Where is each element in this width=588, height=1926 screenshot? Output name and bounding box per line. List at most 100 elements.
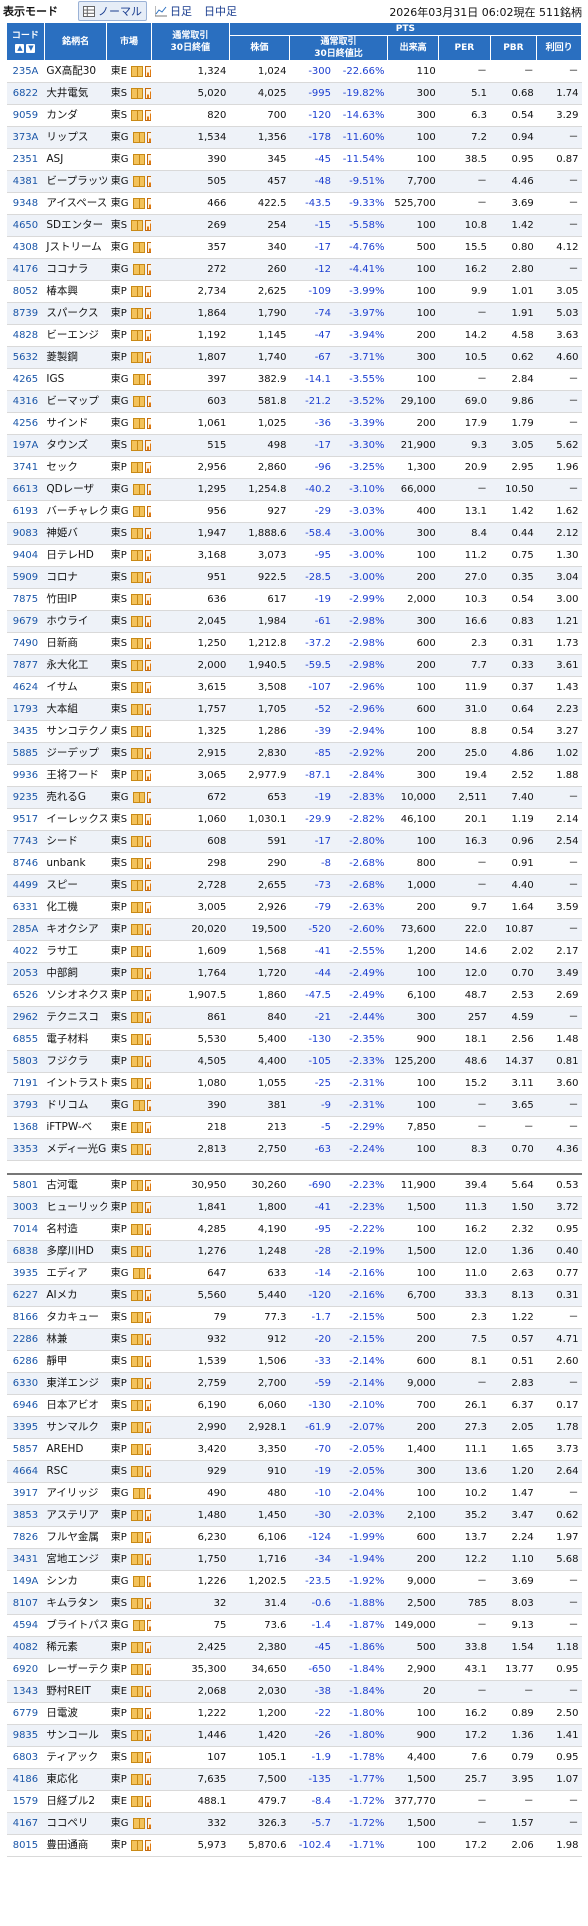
stock-code[interactable]: 3853: [6, 1504, 45, 1527]
chart-icon[interactable]: [144, 1553, 152, 1565]
board-book-icon[interactable]: [132, 417, 145, 429]
table-row[interactable]: 9083 神姫バ 東S 1,947 1,888.6 -58.4 -3.00% 300 8.4 0…: [6, 522, 582, 545]
table-row[interactable]: 6855 電子材料 東S 5,530 5,400 -130 -2.35% 900 18.1 2.…: [6, 1028, 582, 1051]
stock-name[interactable]: 名村造: [44, 1218, 107, 1241]
board-book-icon[interactable]: [131, 659, 144, 671]
chart-icon[interactable]: [146, 1575, 152, 1587]
board-book-icon[interactable]: [131, 1685, 144, 1697]
table-row[interactable]: 4176 ココナラ 東G 272 260 -12 -4.41% 100 16.2 2.80 －: [6, 258, 582, 281]
board-book-icon[interactable]: [130, 1421, 143, 1433]
stock-name[interactable]: タウンズ: [44, 434, 107, 457]
board-book-icon[interactable]: [132, 1575, 145, 1587]
stock-code[interactable]: 6920: [6, 1658, 45, 1681]
stock-code[interactable]: 4082: [6, 1636, 45, 1659]
table-row[interactable]: 4316 ビーマップ 東G 603 581.8 -21.2 -3.52% 29,100 69.…: [6, 390, 582, 413]
stock-code[interactable]: 3741: [6, 456, 45, 479]
stock-code[interactable]: 3395: [6, 1416, 45, 1439]
chart-icon[interactable]: [144, 1443, 152, 1455]
board-book-icon[interactable]: [131, 813, 144, 825]
stock-code[interactable]: 197A: [6, 434, 45, 457]
board-book-icon[interactable]: [132, 241, 145, 253]
stock-code[interactable]: 7877: [6, 654, 45, 677]
table-row[interactable]: 4265 IGS 東G 397 382.9 -14.1 -3.55% 100 － 2.84 －: [6, 368, 582, 391]
stock-code[interactable]: 7490: [6, 632, 45, 655]
board-book-icon[interactable]: [132, 483, 145, 495]
chart-icon[interactable]: [145, 659, 152, 671]
table-row[interactable]: 6779 日電波 東P 1,222 1,200 -22 -1.80% 100 16.2 0.89…: [6, 1702, 582, 1725]
stock-code[interactable]: 4828: [6, 324, 45, 347]
col-per[interactable]: PER: [438, 35, 491, 61]
stock-code[interactable]: 4167: [6, 1812, 45, 1835]
table-row[interactable]: 2962 テクニスコ 東S 861 840 -21 -2.44% 300 257 4.59 －: [6, 1006, 582, 1029]
board-book-icon[interactable]: [131, 439, 144, 451]
chart-icon[interactable]: [145, 725, 152, 737]
table-row[interactable]: 6946 日本アビオ 東S 6,190 6,060 -130 -2.10% 700 26.1 6…: [6, 1394, 582, 1417]
stock-name[interactable]: カンダ: [44, 104, 107, 127]
chart-icon[interactable]: [144, 285, 152, 297]
table-row[interactable]: 6331 化工機 東P 3,005 2,926 -79 -2.63% 200 9.7 1.64 3…: [6, 896, 582, 919]
board-book-icon[interactable]: [132, 131, 145, 143]
table-row[interactable]: 4594 ブライトパス 東G 75 73.6 -1.4 -1.87% 149,000 － 9.1…: [6, 1614, 582, 1637]
stock-code[interactable]: 6613: [6, 478, 45, 501]
table-row[interactable]: 7014 名村造 東P 4,285 4,190 -95 -2.22% 100 16.2 2.32…: [6, 1218, 582, 1241]
stock-code[interactable]: 3793: [6, 1094, 45, 1117]
chart-icon[interactable]: [145, 1289, 152, 1301]
sort-buttons[interactable]: ▲ ▼: [15, 43, 36, 53]
table-row[interactable]: 7875 竹田IP 東S 636 617 -19 -2.99% 2,000 10.3 0.54 3…: [6, 588, 582, 611]
stock-name[interactable]: サインド: [44, 412, 107, 435]
stock-code[interactable]: 4022: [6, 940, 45, 963]
stock-code[interactable]: 4624: [6, 676, 45, 699]
table-row[interactable]: 7743 シード 東S 608 591 -17 -2.80% 100 16.3 0.96 2.54: [6, 830, 582, 853]
chart-icon[interactable]: [145, 637, 152, 649]
chart-icon[interactable]: [146, 373, 152, 385]
stock-name[interactable]: ソシオネクス: [44, 984, 107, 1007]
stock-code[interactable]: 5803: [6, 1050, 45, 1073]
chart-icon[interactable]: [145, 835, 152, 847]
stock-code[interactable]: 9404: [6, 544, 45, 567]
stock-name[interactable]: AREHD: [44, 1438, 107, 1461]
stock-code[interactable]: 6193: [6, 500, 45, 523]
board-book-icon[interactable]: [131, 1289, 144, 1301]
stock-name[interactable]: 売れるG: [44, 786, 107, 809]
col-code[interactable]: コード ▲ ▼: [6, 22, 45, 61]
stock-name[interactable]: スピー: [44, 874, 107, 897]
table-row[interactable]: 2286 林兼 東S 932 912 -20 -2.15% 200 7.5 0.57 4.71: [6, 1328, 582, 1351]
chart-icon[interactable]: [144, 989, 152, 1001]
chart-icon[interactable]: [145, 87, 152, 99]
chart-icon[interactable]: [144, 967, 152, 979]
chart-icon[interactable]: [145, 1597, 152, 1609]
stock-name[interactable]: RSC: [44, 1460, 107, 1483]
table-row[interactable]: 4256 サインド 東G 1,061 1,025 -36 -3.39% 200 17.9 1.7…: [6, 412, 582, 435]
table-row[interactable]: 6838 多摩川HD 東S 1,276 1,248 -28 -2.19% 1,500 12.0…: [6, 1240, 582, 1263]
table-row[interactable]: 7877 永大化工 東S 2,000 1,940.5 -59.5 -2.98% 200 7.7…: [6, 654, 582, 677]
table-row[interactable]: 5803 フジクラ 東P 4,505 4,400 -105 -2.33% 125,200 48…: [6, 1050, 582, 1073]
col-pts-price[interactable]: 株価: [228, 35, 290, 61]
board-book-icon[interactable]: [130, 1179, 143, 1191]
board-book-icon[interactable]: [131, 1121, 144, 1133]
board-book-icon[interactable]: [130, 769, 143, 781]
stock-code[interactable]: 6822: [6, 82, 45, 105]
chart-icon[interactable]: [146, 131, 152, 143]
stock-code[interactable]: 9059: [6, 104, 45, 127]
chart-icon[interactable]: [145, 439, 152, 451]
table-row[interactable]: 4828 ビーエンジ 東P 1,192 1,145 -47 -3.94% 200 14.2 4.…: [6, 324, 582, 347]
board-book-icon[interactable]: [132, 505, 145, 517]
board-book-icon[interactable]: [131, 1143, 144, 1155]
table-row[interactable]: 4022 ラサ工 東P 1,609 1,568 -41 -2.55% 1,200 14.6 2.…: [6, 940, 582, 963]
stock-code[interactable]: 3003: [6, 1196, 45, 1219]
chart-icon[interactable]: [146, 175, 152, 187]
stock-name[interactable]: ティアック: [44, 1746, 107, 1769]
board-book-icon[interactable]: [130, 461, 143, 473]
stock-code[interactable]: 8746: [6, 852, 45, 875]
stock-name[interactable]: タカキュー: [44, 1306, 107, 1329]
table-row[interactable]: 1579 日経ブル2 東E 488.1 479.7 -8.4 -1.72% 377,770 －…: [6, 1790, 582, 1813]
stock-code[interactable]: 373A: [6, 126, 45, 149]
table-row[interactable]: 3853 アステリア 東P 1,480 1,450 -30 -2.03% 2,100 35.2…: [6, 1504, 582, 1527]
board-book-icon[interactable]: [131, 527, 144, 539]
stock-code[interactable]: 3935: [6, 1262, 45, 1285]
chart-icon[interactable]: [145, 1685, 152, 1697]
stock-name[interactable]: 古河電: [44, 1174, 107, 1197]
stock-name[interactable]: SDエンター: [44, 214, 107, 237]
chart-icon[interactable]: [146, 1619, 152, 1631]
table-row[interactable]: 235A GX高配30 東E 1,324 1,024 -300 -22.66% 110 －－－: [6, 60, 582, 83]
